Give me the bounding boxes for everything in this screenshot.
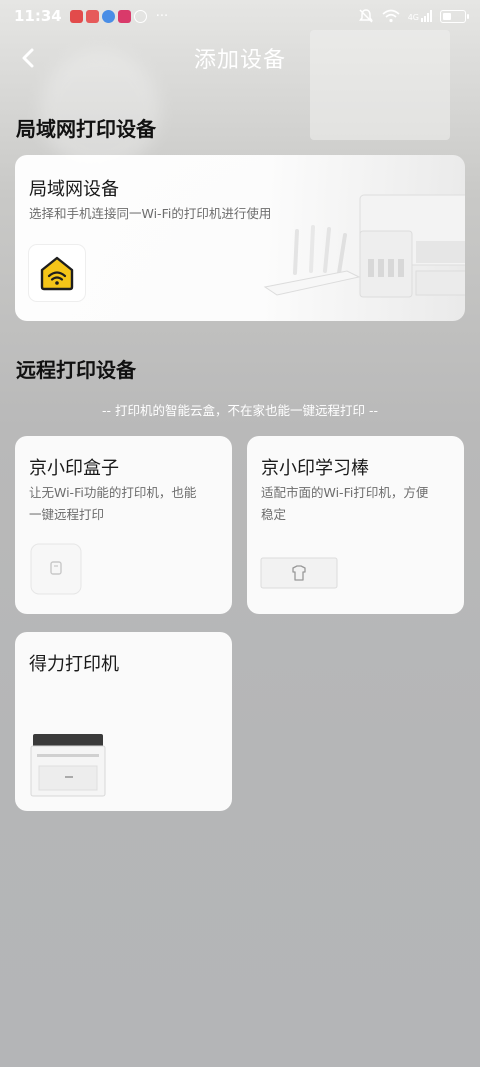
- printer-illustration: [359, 194, 465, 298]
- deli-printer-card[interactable]: 得力打印机: [15, 632, 232, 811]
- lan-device-card[interactable]: 局域网设备 选择和手机连接同一Wi-Fi的打印机进行使用: [15, 155, 465, 321]
- remote-section-title: 远程打印设备: [16, 358, 136, 382]
- notification-icons: ···: [69, 8, 169, 24]
- stick-card-desc-line1: 适配市面的Wi-Fi打印机，方便: [261, 485, 429, 500]
- chevron-left-icon: [22, 48, 34, 68]
- back-button[interactable]: [12, 42, 44, 74]
- cell-signal-icon: 4G: [408, 10, 432, 22]
- deli-card-title: 得力打印机: [29, 654, 119, 675]
- app-notification-icon: [85, 9, 99, 23]
- wechat-notification-icon: [133, 9, 147, 23]
- battery-icon: [440, 9, 469, 23]
- router-illustration: [263, 225, 361, 296]
- app-notification-icon: [117, 9, 131, 23]
- mute-bell-icon: [358, 9, 373, 23]
- jd-print-box-card[interactable]: 京小印盒子 让无Wi-Fi功能的打印机，也能 一键远程打印: [15, 436, 232, 614]
- status-bar: 11:34 ··· 4G: [0, 0, 480, 32]
- network-type: 4G: [407, 13, 419, 22]
- app-notification-icon: [69, 9, 83, 23]
- nav-bar: 添加设备: [0, 36, 480, 80]
- box-card-desc-line2: 一键远程打印: [29, 507, 105, 522]
- lan-card-title: 局域网设备: [29, 179, 119, 200]
- jd-print-stick-card[interactable]: 京小印学习棒 适配市面的Wi-Fi打印机，方便 稳定: [247, 436, 464, 614]
- stick-card-title: 京小印学习棒: [261, 458, 369, 479]
- box-card-title: 京小印盒子: [29, 458, 119, 479]
- print-stick-image: [260, 557, 338, 589]
- status-time: 11:34: [14, 7, 62, 25]
- lan-card-desc: 选择和手机连接同一Wi-Fi的打印机进行使用: [29, 206, 272, 221]
- deli-printer-image: [30, 734, 106, 797]
- print-box-image: [30, 543, 82, 595]
- page-title: 添加设备: [193, 48, 286, 73]
- stick-card-desc-line2: 稳定: [261, 507, 287, 522]
- browser-notification-icon: [101, 9, 115, 23]
- status-indicators: 4G: [358, 8, 469, 24]
- more-notifications-icon: ···: [155, 8, 169, 24]
- box-card-desc-line1: 让无Wi-Fi功能的打印机，也能: [29, 485, 197, 500]
- lan-section-title: 局域网打印设备: [16, 117, 156, 141]
- wifi-home-icon: [29, 245, 85, 301]
- remote-section-subtitle: -- 打印机的智能云盒，不在家也能一键远程打印 --: [102, 403, 378, 418]
- wifi-signal-icon: [382, 9, 400, 23]
